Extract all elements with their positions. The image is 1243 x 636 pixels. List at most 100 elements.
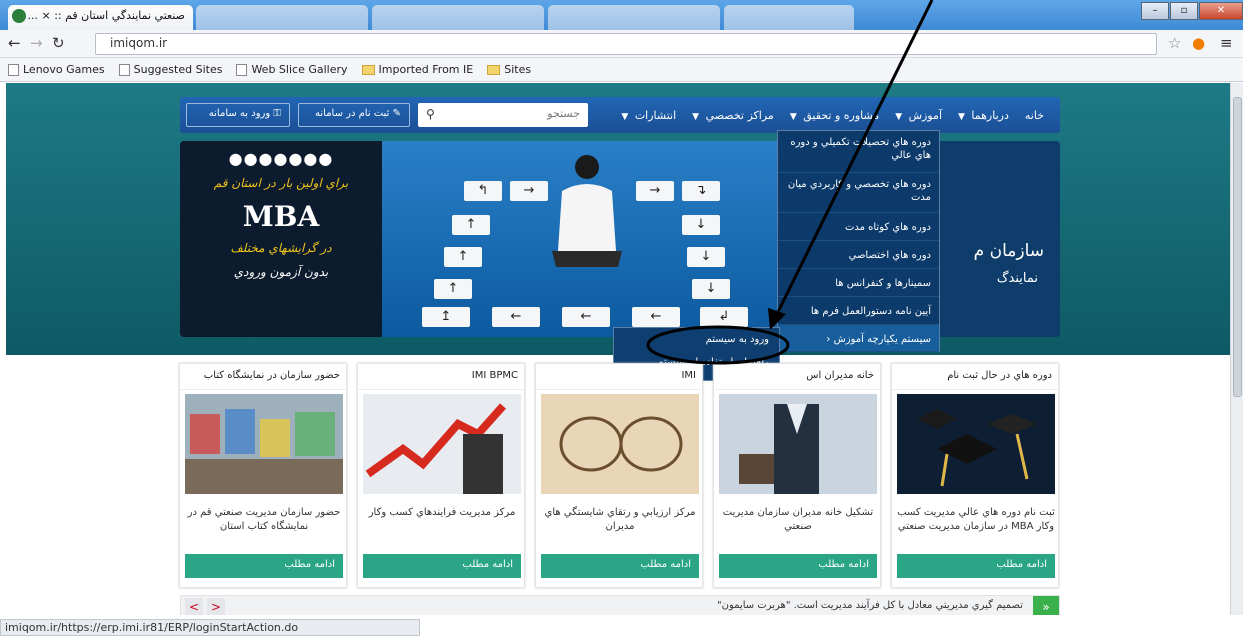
browser-status-bar: imiqom.ir/https://erp.imi.ir81/ERP/login… (0, 619, 420, 636)
extension-icon[interactable]: ● (1192, 34, 1205, 52)
banner-line-2: در گرايشهاي مختلف (230, 241, 332, 255)
dropdown-item[interactable]: آيين نامه دستورالعمل فرم ها (778, 297, 939, 325)
dropdown-item-integrated-system[interactable]: سيستم يكپارچه آموزش ‹ (778, 325, 939, 352)
bookmark-sites[interactable]: Sites (487, 63, 531, 76)
address-bar[interactable]: imiqom.ir (95, 33, 1157, 55)
bookmark-web-slice-gallery[interactable]: Web Slice Gallery (236, 63, 348, 76)
ticker-text[interactable]: تصميم گيري مديريتي معادل با كل فرآيند مد… (717, 600, 1023, 611)
read-more-button[interactable]: ادامه مطلب (185, 554, 343, 578)
read-more-button[interactable]: ادامه مطلب (719, 554, 877, 578)
arrow-tile-icon: ← (632, 307, 680, 327)
page-icon (118, 63, 130, 76)
arrow-tile-icon: ↑ (452, 215, 490, 235)
book-fair-image (185, 394, 343, 494)
mba-banner: ●●●●●●● براي اولين بار در استان قم MBA د… (180, 141, 382, 337)
arrow-tile-icon: ↓ (692, 279, 730, 299)
nav-home[interactable]: خانه (1017, 109, 1052, 122)
submenu-login[interactable]: ورود به سيستم (614, 328, 779, 351)
card-title[interactable]: خانه مديران اس (714, 364, 880, 390)
card-title[interactable]: حضور سازمان در نمايشگاه كتاب (180, 364, 346, 390)
caret-down-icon: ▼ (895, 111, 903, 122)
maximize-button[interactable]: ▫ (1170, 2, 1198, 20)
arrow-tile-icon: ↑ (434, 279, 472, 299)
nav-education[interactable]: آموزش ▼ (887, 109, 950, 122)
dropdown-item[interactable]: دوره هاي كوتاه مدت (778, 213, 939, 241)
bookmark-suggested-sites[interactable]: Suggested Sites (118, 63, 222, 76)
chevron-left-icon: ‹ (826, 334, 831, 345)
news-card: خانه مديران اس تشكيل خانه مديران سازمان … (713, 363, 881, 588)
ticker-prev-button[interactable]: < (207, 598, 225, 615)
graduation-caps-image (897, 394, 1055, 494)
browser-tab[interactable] (548, 5, 720, 30)
bookmark-imported-from-ie[interactable]: Imported From IE (361, 63, 473, 76)
forward-arrow-icon[interactable]: → (30, 34, 43, 52)
caret-down-icon: ▼ (958, 111, 965, 122)
dropdown-item[interactable]: دوره هاي اختصاصي (778, 241, 939, 269)
reload-icon[interactable]: ↻ (52, 34, 65, 52)
hero-title: سازمان م (973, 241, 1044, 261)
person-illustration (552, 155, 622, 267)
arrow-tile-icon: ← (492, 307, 540, 327)
bookmarks-bar: Lenovo Games Suggested Sites Web Slice G… (0, 58, 1243, 82)
card-title[interactable]: دوره هاي در حال ثبت نام (892, 364, 1058, 390)
read-more-button[interactable]: ادامه مطلب (541, 554, 699, 578)
banner-dots: ●●●●●●● (228, 149, 334, 168)
news-card: حضور سازمان در نمايشگاه كتاب حضور سازمان… (179, 363, 347, 588)
nav-about[interactable]: دربارهما ▼ (950, 109, 1017, 122)
nav-publications[interactable]: انتشارات ▼ (613, 109, 684, 122)
ticker-next-button[interactable]: > (185, 598, 203, 615)
folder-icon (361, 64, 375, 75)
news-card: دوره هاي در حال ثبت نام ثبت نام دوره هاي… (891, 363, 1059, 588)
dropdown-item[interactable]: دوره هاي تحصيلات تكميلي و دوره هاي عالي (778, 131, 939, 173)
back-arrow-icon[interactable]: ← (8, 34, 21, 52)
dropdown-item[interactable]: دوره هاي تخصصي و كاربردي ميان مدت (778, 173, 939, 213)
growth-arrow-image (363, 394, 521, 494)
arrow-tile-icon: ↓ (687, 247, 725, 267)
browser-tab[interactable] (196, 5, 368, 30)
card-title[interactable]: IMI (536, 364, 702, 390)
nav-consulting[interactable]: مشاوره و تحقيق ▼ (782, 109, 887, 122)
read-more-button[interactable]: ادامه مطلب (363, 554, 521, 578)
glasses-chart-image (541, 394, 699, 494)
search-placeholder: جستجو (547, 107, 580, 120)
browser-tab-bar: صنعتي نمايندگي استان قم :: × ... – ▫ ✕ (0, 0, 1243, 30)
arrow-tile-icon: ↥ (422, 307, 470, 327)
arrow-tile-icon: ↴ (682, 181, 720, 201)
minimize-button[interactable]: – (1141, 2, 1169, 20)
close-window-button[interactable]: ✕ (1199, 2, 1243, 20)
page-icon (8, 63, 19, 76)
arrow-tile-icon: → (510, 181, 548, 201)
page-icon (236, 63, 248, 76)
search-input[interactable]: جستجو ⚲ (418, 103, 588, 127)
caret-down-icon: ▼ (789, 111, 797, 122)
hero-image: ↰ → → ↴ ↑ ↓ ↑ ↓ ↑ ↓ ↥ ← ← ← ↲ (382, 141, 777, 337)
banner-title: MBA (242, 200, 320, 233)
menu-icon[interactable]: ≡ (1220, 34, 1233, 52)
card-description: تشكيل خانه مديران سازمان مديريت صنعتي (722, 507, 874, 532)
login-button[interactable]: ⚿ ورود به سامانه (186, 103, 290, 127)
browser-tab-active[interactable]: صنعتي نمايندگي استان قم :: × ... (8, 5, 193, 30)
page-scrollbar[interactable] (1230, 83, 1243, 615)
card-description: ثبت نام دوره هاي عالي مديريت كسب وكار MB… (897, 507, 1055, 532)
arrow-tile-icon: ← (562, 307, 610, 327)
arrow-tile-icon: ↰ (464, 181, 502, 201)
bookmark-star-icon[interactable]: ☆ (1168, 34, 1181, 52)
dropdown-item[interactable]: سمينارها و كنفرانس ها (778, 269, 939, 297)
card-title[interactable]: IMI BPMC (358, 364, 524, 390)
register-button[interactable]: ✎ ثبت نام در سامانه (298, 103, 410, 127)
browser-tab[interactable] (724, 5, 854, 30)
browser-tab[interactable] (372, 5, 544, 30)
read-more-button[interactable]: ادامه مطلب (897, 554, 1055, 578)
bookmark-lenovo-games[interactable]: Lenovo Games (8, 63, 105, 76)
ticker-go-button[interactable]: « (1033, 596, 1059, 615)
card-description: حضور سازمان مديريت صنعتي قم در نمايشگاه … (187, 507, 341, 532)
hero-subtitle: نمايندگ (996, 271, 1038, 286)
search-icon[interactable]: ⚲ (426, 107, 435, 121)
scrollbar-thumb[interactable] (1233, 97, 1242, 397)
caret-down-icon: ▼ (692, 111, 700, 122)
tab-title: صنعتي نمايندگي استان قم :: × ... (27, 9, 186, 22)
news-card: IMI مركز ارزيابي و رتقاي شايستگي هاي مدي… (535, 363, 703, 588)
nav-centers[interactable]: مراكز تخصصي ▼ (684, 109, 782, 122)
arrow-tile-icon: ↓ (682, 215, 720, 235)
arrow-tile-icon: ↲ (700, 307, 748, 327)
